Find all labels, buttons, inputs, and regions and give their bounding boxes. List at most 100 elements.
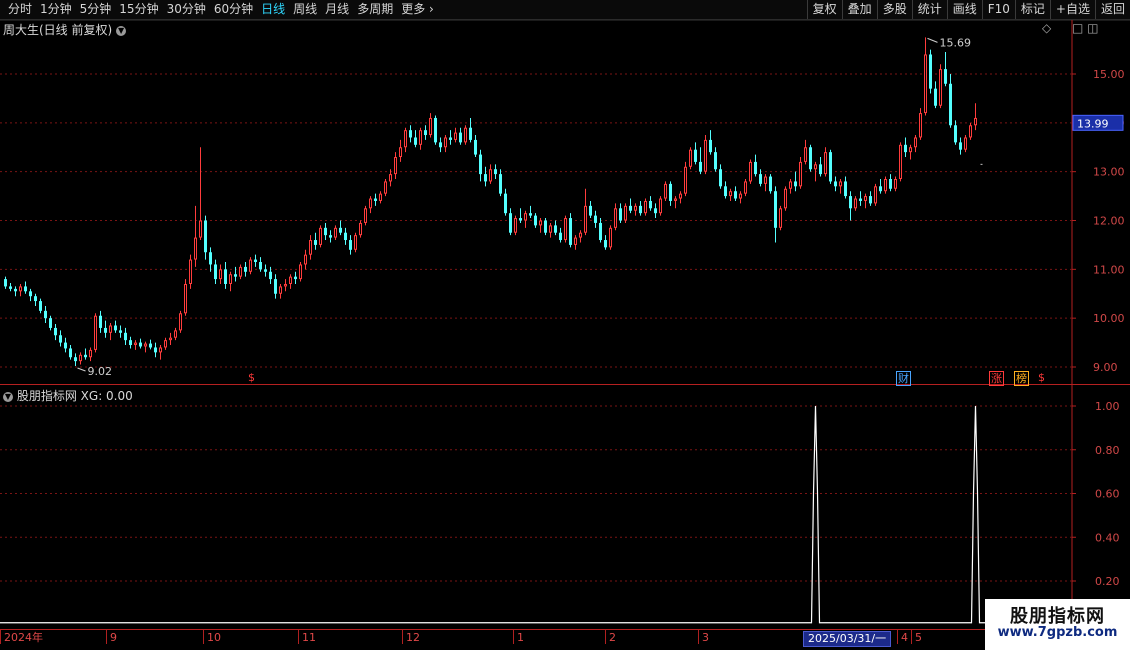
dividend-marker-2[interactable]: $ bbox=[1037, 371, 1046, 384]
candle-body bbox=[149, 343, 152, 348]
diamond-icon[interactable]: ◇ bbox=[1042, 21, 1051, 35]
candle-body bbox=[739, 193, 742, 199]
candle-body bbox=[14, 288, 17, 292]
panel-controls: □ ◫ bbox=[1072, 21, 1099, 35]
candle-body bbox=[844, 181, 847, 197]
axis-label: 12 bbox=[402, 630, 420, 644]
candle-body bbox=[214, 264, 217, 280]
candle-body bbox=[9, 286, 12, 289]
candle-body bbox=[424, 130, 427, 136]
low-pointer bbox=[77, 367, 86, 372]
candle-body bbox=[879, 186, 882, 192]
candle-body bbox=[609, 227, 612, 248]
candle-body bbox=[949, 83, 952, 126]
candle-body bbox=[124, 332, 127, 341]
tab-weekly[interactable]: 周线 bbox=[289, 0, 321, 19]
candle-body bbox=[854, 198, 857, 209]
candle-body bbox=[974, 117, 977, 126]
candle-body bbox=[899, 144, 902, 179]
tab-1min[interactable]: 1分钟 bbox=[36, 0, 76, 19]
candle-body bbox=[334, 227, 337, 238]
axis-label: 10 bbox=[203, 630, 221, 644]
candle-body bbox=[504, 193, 507, 214]
statistics-button[interactable]: 统计 bbox=[911, 0, 947, 19]
candle-body bbox=[589, 205, 592, 216]
square-icon[interactable]: □ bbox=[1072, 21, 1083, 35]
dividend-marker[interactable]: $ bbox=[247, 371, 256, 384]
candle-body bbox=[544, 220, 547, 233]
tab-more[interactable]: 更多 › bbox=[397, 0, 438, 19]
candle-body bbox=[964, 137, 967, 150]
axis-label: 1 bbox=[513, 630, 524, 644]
candle-body bbox=[639, 205, 642, 214]
indicator-chart[interactable]: 1.00 0.80 0.60 0.40 0.20 bbox=[0, 385, 1130, 630]
multi-stock-button[interactable]: 多股 bbox=[876, 0, 912, 19]
chevron-down-icon[interactable]: ▼ bbox=[3, 392, 13, 402]
candle-body bbox=[689, 149, 692, 167]
f10-button[interactable]: F10 bbox=[981, 0, 1015, 19]
indicator-tick-label: 0.20 bbox=[1095, 575, 1120, 588]
candle-body bbox=[819, 164, 822, 175]
candle-body bbox=[919, 113, 922, 138]
columns-icon[interactable]: ◫ bbox=[1087, 21, 1098, 35]
candle-body bbox=[719, 169, 722, 187]
tab-30min[interactable]: 30分钟 bbox=[163, 0, 210, 19]
candle-body bbox=[279, 286, 282, 294]
candle-body bbox=[664, 183, 667, 199]
add-watchlist-button[interactable]: +自选 bbox=[1049, 0, 1095, 19]
main-panel-title[interactable]: 周大生(日线 前复权) ▼ bbox=[3, 21, 127, 38]
mark-button[interactable]: 标记 bbox=[1014, 0, 1050, 19]
candle-body bbox=[909, 147, 912, 153]
candlestick-chart[interactable]: 15.0014.0013.0012.0011.0010.009.00 15.69… bbox=[0, 20, 1130, 385]
candle-body bbox=[924, 54, 927, 114]
candle-body bbox=[49, 318, 52, 328]
price-axis: 15.0014.0013.0012.0011.0010.009.00 bbox=[1072, 68, 1125, 374]
rank-marker[interactable]: 榜 bbox=[1014, 371, 1029, 386]
fuquan-button[interactable]: 复权 bbox=[806, 0, 842, 19]
tab-daily[interactable]: 日线 bbox=[257, 0, 289, 19]
candle-body bbox=[874, 186, 877, 204]
candle-body bbox=[304, 254, 307, 265]
chevron-down-icon[interactable]: ▼ bbox=[116, 26, 127, 36]
candle-body bbox=[624, 205, 627, 221]
tab-monthly[interactable]: 月线 bbox=[321, 0, 353, 19]
limit-up-marker[interactable]: 涨 bbox=[989, 371, 1004, 386]
candle-body bbox=[679, 193, 682, 199]
candle-body bbox=[619, 208, 622, 221]
xg-line bbox=[0, 405, 1130, 624]
candle-body bbox=[314, 240, 317, 245]
candle-body bbox=[864, 196, 867, 201]
indicator-title-bar[interactable]: ▼ 股朋指标网 XG: 0.00 bbox=[3, 387, 133, 404]
candle-body bbox=[179, 313, 182, 331]
candle-body bbox=[539, 220, 542, 226]
candle-body bbox=[729, 191, 732, 197]
candle-body bbox=[389, 174, 392, 182]
candle-body bbox=[184, 283, 187, 314]
candle-body bbox=[404, 130, 407, 148]
candle-body bbox=[654, 208, 657, 214]
tab-15min[interactable]: 15分钟 bbox=[115, 0, 162, 19]
candle-body bbox=[169, 337, 172, 341]
finance-marker[interactable]: 财 bbox=[896, 371, 911, 386]
candle-body bbox=[809, 147, 812, 170]
candle-body bbox=[594, 215, 597, 223]
toolbar-actions: 复权 叠加 多股 统计 画线 F10 标记 +自选 返回 bbox=[806, 0, 1130, 19]
overlay-button[interactable]: 叠加 bbox=[841, 0, 877, 19]
tab-60min[interactable]: 60分钟 bbox=[210, 0, 257, 19]
candle-body bbox=[834, 181, 837, 187]
candle-body bbox=[614, 208, 617, 228]
candle-body bbox=[969, 125, 972, 138]
candle-body bbox=[569, 218, 572, 245]
tab-5min[interactable]: 5分钟 bbox=[76, 0, 116, 19]
candle-body bbox=[474, 139, 477, 155]
candle-body bbox=[954, 125, 957, 143]
tab-fenshi[interactable]: 分时 bbox=[4, 0, 36, 19]
tab-multi-period[interactable]: 多周期 bbox=[353, 0, 397, 19]
draw-line-button[interactable]: 画线 bbox=[946, 0, 982, 19]
candle-body bbox=[599, 222, 602, 241]
back-button[interactable]: 返回 bbox=[1094, 0, 1130, 19]
candle-body bbox=[929, 54, 932, 89]
indicator-tick-label: 0.40 bbox=[1095, 531, 1120, 544]
candle-body bbox=[59, 335, 62, 343]
candle-body bbox=[29, 291, 32, 297]
